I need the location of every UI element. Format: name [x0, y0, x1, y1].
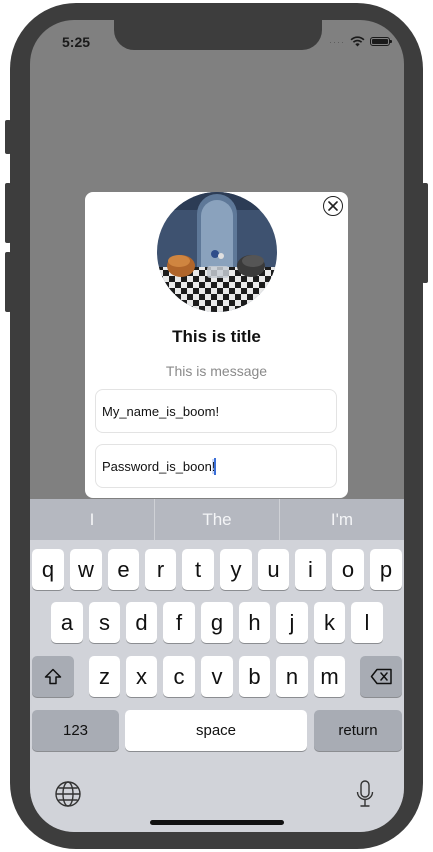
globe-icon — [55, 781, 81, 807]
microphone-icon — [356, 780, 374, 807]
status-time: 5:25 — [62, 34, 91, 50]
key-h[interactable]: h — [239, 602, 270, 643]
key-o[interactable]: o — [332, 549, 364, 590]
dialog-title: This is title — [172, 327, 261, 346]
power-button — [422, 183, 428, 283]
key-g[interactable]: g — [201, 602, 233, 643]
key-f[interactable]: f — [163, 602, 195, 643]
backspace-icon — [370, 668, 392, 685]
dictation-key[interactable] — [356, 780, 374, 813]
predictive-bar: I The I'm — [30, 499, 404, 540]
key-n[interactable]: n — [276, 656, 308, 697]
shift-icon — [44, 668, 62, 685]
key-x[interactable]: x — [126, 656, 157, 697]
key-z[interactable]: z — [89, 656, 120, 697]
password-field-value: Password_is_boon — [102, 458, 212, 474]
screen: 5:25 ···· This is title This is message … — [30, 20, 404, 832]
password-field[interactable]: Password_is_boon! — [95, 444, 337, 488]
volume-down-button — [5, 252, 11, 312]
key-i[interactable]: i — [295, 549, 326, 590]
key-q[interactable]: q — [32, 549, 64, 590]
key-m[interactable]: m — [314, 656, 345, 697]
name-field-value: My_name_is_boom! — [102, 403, 220, 419]
prediction-item[interactable]: The — [155, 499, 279, 540]
key-y[interactable]: y — [220, 549, 252, 590]
key-t[interactable]: t — [182, 549, 214, 590]
key-k[interactable]: k — [314, 602, 345, 643]
key-l[interactable]: l — [351, 602, 383, 643]
key-e[interactable]: e — [108, 549, 139, 590]
space-key[interactable]: space — [125, 710, 307, 751]
signal-icon: ···· — [329, 36, 345, 47]
close-icon[interactable] — [323, 196, 343, 216]
volume-up-button — [5, 183, 11, 243]
key-c[interactable]: c — [163, 656, 195, 697]
alert-dialog: This is title This is message My_name_is… — [85, 192, 348, 498]
home-indicator[interactable] — [150, 820, 284, 825]
prediction-item[interactable]: I'm — [280, 499, 404, 540]
wifi-icon — [350, 36, 365, 47]
keyboard: I The I'm q w e r t y u i o p a s d f g … — [30, 499, 404, 832]
key-w[interactable]: w — [70, 549, 102, 590]
backspace-key[interactable] — [360, 656, 402, 697]
return-key[interactable]: return — [314, 710, 402, 751]
status-icons: ···· — [329, 36, 392, 47]
key-r[interactable]: r — [145, 549, 176, 590]
key-p[interactable]: p — [370, 549, 402, 590]
dialog-message: This is message — [165, 363, 268, 379]
key-v[interactable]: v — [201, 656, 233, 697]
hero-image — [157, 192, 277, 312]
name-field[interactable]: My_name_is_boom! — [95, 389, 337, 433]
key-d[interactable]: d — [126, 602, 157, 643]
globe-key[interactable] — [55, 781, 81, 812]
key-a[interactable]: a — [51, 602, 83, 643]
battery-icon — [370, 37, 392, 46]
mute-switch — [5, 120, 11, 154]
key-j[interactable]: j — [276, 602, 308, 643]
key-u[interactable]: u — [258, 549, 289, 590]
shift-key[interactable] — [32, 656, 74, 697]
key-s[interactable]: s — [89, 602, 120, 643]
prediction-item[interactable]: I — [30, 499, 154, 540]
key-b[interactable]: b — [239, 656, 270, 697]
text-caret — [214, 457, 217, 475]
numbers-key[interactable]: 123 — [32, 710, 119, 751]
notch — [114, 20, 322, 50]
